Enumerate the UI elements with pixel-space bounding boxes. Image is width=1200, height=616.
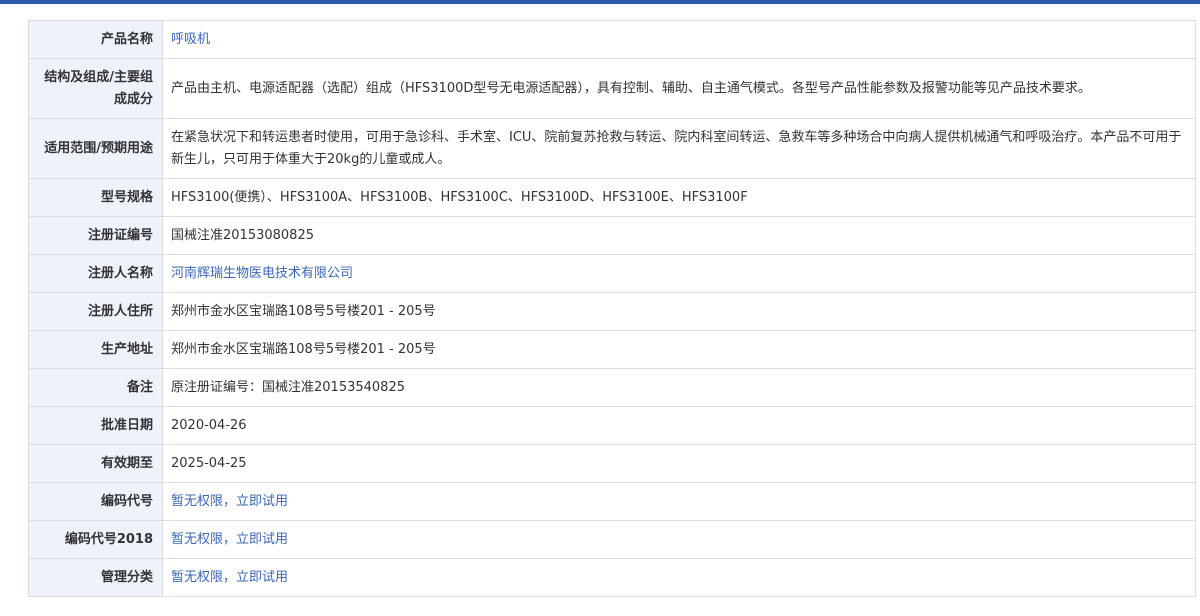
row-label: 产品名称 — [28, 20, 163, 59]
row-value: 在紧急状况下和转运患者时使用，可用于急诊科、手术室、ICU、院前复苏抢救与转运、… — [162, 118, 1196, 179]
table-row-registration-number: 注册证编号 国械注准20153080825 — [28, 216, 1196, 255]
row-label: 编码代号2018 — [28, 520, 163, 559]
table-row-management-class: 管理分类 暂无权限，立即试用 — [28, 558, 1196, 597]
table-row-model: 型号规格 HFS3100(便携）、HFS3100A、HFS3100B、HFS31… — [28, 178, 1196, 217]
table-row-scope: 适用范围/预期用途 在紧急状况下和转运患者时使用，可用于急诊科、手术室、ICU、… — [28, 118, 1196, 179]
trial-link[interactable]: 暂无权限，立即试用 — [171, 532, 288, 547]
table-row-product-name: 产品名称 呼吸机 — [28, 20, 1196, 59]
trial-link[interactable]: 暂无权限，立即试用 — [171, 570, 288, 585]
row-value: 产品由主机、电源适配器（选配）组成（HFS3100D型号无电源适配器），具有控制… — [162, 58, 1196, 119]
table-row-remarks: 备注 原注册证编号：国械注准20153540825 — [28, 368, 1196, 407]
row-label: 注册证编号 — [28, 216, 163, 255]
table-row-code-2018: 编码代号2018 暂无权限，立即试用 — [28, 520, 1196, 559]
registrant-name-link[interactable]: 河南辉瑞生物医电技术有限公司 — [171, 266, 353, 281]
table-row-registrant-address: 注册人住所 郑州市金水区宝瑞路108号5号楼201 - 205号 — [28, 292, 1196, 331]
row-value: 2025-04-25 — [162, 444, 1196, 483]
row-value: 国械注准20153080825 — [162, 216, 1196, 255]
row-value: 2020-04-26 — [162, 406, 1196, 445]
row-value: 原注册证编号：国械注准20153540825 — [162, 368, 1196, 407]
row-label: 结构及组成/主要组成成分 — [28, 58, 163, 119]
row-value: 郑州市金水区宝瑞路108号5号楼201 - 205号 — [162, 330, 1196, 369]
table-row-production-address: 生产地址 郑州市金水区宝瑞路108号5号楼201 - 205号 — [28, 330, 1196, 369]
row-label: 生产地址 — [28, 330, 163, 369]
table-row-approval-date: 批准日期 2020-04-26 — [28, 406, 1196, 445]
row-label: 注册人名称 — [28, 254, 163, 293]
row-label: 编码代号 — [28, 482, 163, 521]
row-label: 注册人住所 — [28, 292, 163, 331]
row-label: 适用范围/预期用途 — [28, 118, 163, 179]
row-label: 批准日期 — [28, 406, 163, 445]
product-detail-table: 产品名称 呼吸机 结构及组成/主要组成成分 产品由主机、电源适配器（选配）组成（… — [28, 20, 1196, 597]
top-accent-bar — [0, 0, 1200, 4]
table-row-code: 编码代号 暂无权限，立即试用 — [28, 482, 1196, 521]
product-name-link[interactable]: 呼吸机 — [171, 32, 210, 47]
row-label: 管理分类 — [28, 558, 163, 597]
table-row-valid-until: 有效期至 2025-04-25 — [28, 444, 1196, 483]
row-value: HFS3100(便携）、HFS3100A、HFS3100B、HFS3100C、H… — [162, 178, 1196, 217]
row-label: 备注 — [28, 368, 163, 407]
row-label: 型号规格 — [28, 178, 163, 217]
table-row-structure: 结构及组成/主要组成成分 产品由主机、电源适配器（选配）组成（HFS3100D型… — [28, 58, 1196, 119]
row-value: 郑州市金水区宝瑞路108号5号楼201 - 205号 — [162, 292, 1196, 331]
row-label: 有效期至 — [28, 444, 163, 483]
table-row-registrant-name: 注册人名称 河南辉瑞生物医电技术有限公司 — [28, 254, 1196, 293]
trial-link[interactable]: 暂无权限，立即试用 — [171, 494, 288, 509]
